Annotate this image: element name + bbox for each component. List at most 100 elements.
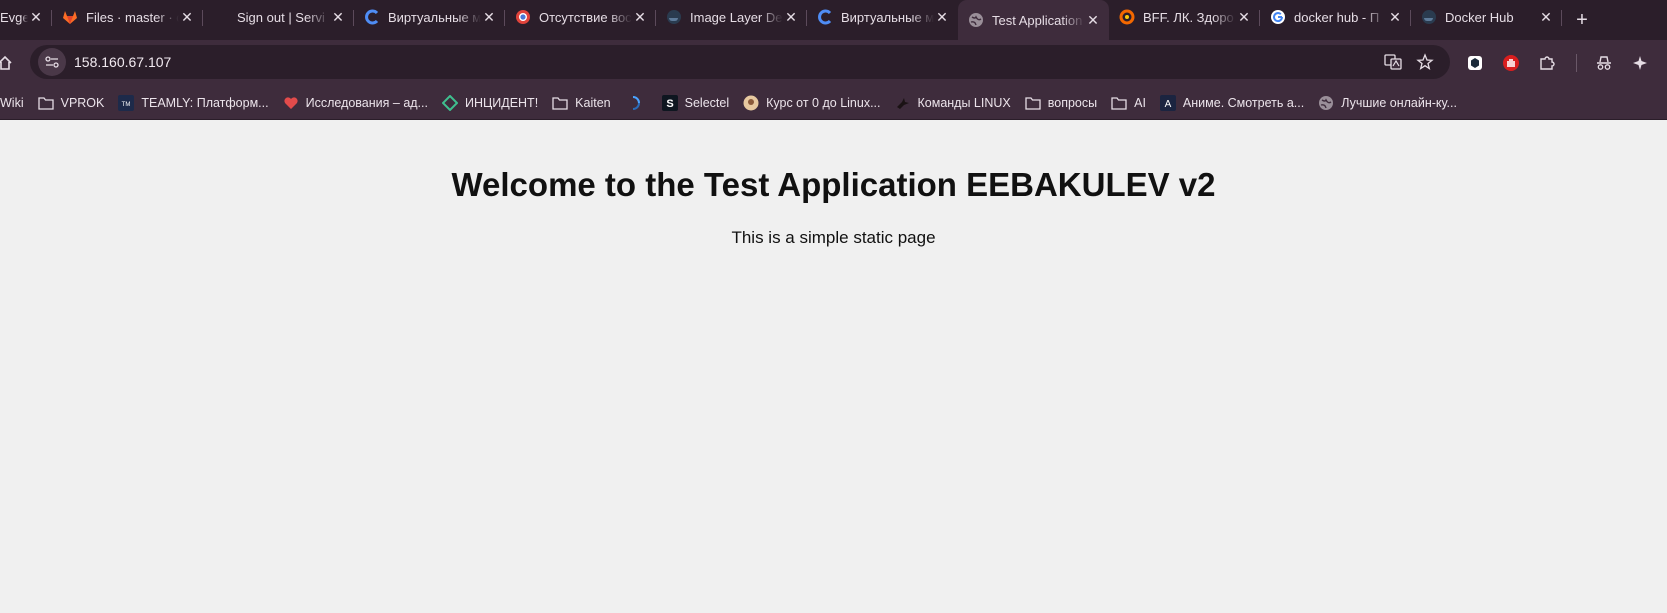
avatar-icon xyxy=(743,95,759,111)
bookmark-label: Курс от 0 до Linux... xyxy=(766,95,881,110)
incognito-icon[interactable] xyxy=(1589,48,1619,78)
folder-icon xyxy=(552,95,568,111)
tab-8[interactable]: BFF. ЛК. Здоро ✕ xyxy=(1109,0,1260,34)
globe-icon xyxy=(1318,95,1334,111)
site-settings-icon[interactable] xyxy=(38,48,66,76)
bookmark-incident[interactable]: ИНЦИДЕНТ! xyxy=(435,90,545,116)
bookmark-label: Kaiten xyxy=(575,95,611,110)
bookmark-label: AI xyxy=(1134,95,1146,110)
google-icon xyxy=(1270,9,1286,25)
folder-icon xyxy=(1025,95,1041,111)
extensions-puzzle-icon[interactable] xyxy=(1532,48,1562,78)
tab-4[interactable]: Отсутствие вос ✕ xyxy=(505,0,656,34)
close-icon[interactable]: ✕ xyxy=(330,9,346,25)
tab-7-active[interactable]: Test Application ✕ xyxy=(958,0,1109,40)
folder-icon xyxy=(1111,95,1127,111)
tab-strip: Evgeni ✕ Files · master · c ✕ Sign out |… xyxy=(0,0,1667,40)
bookmark-kaiten[interactable]: Kaiten xyxy=(545,90,617,116)
bookmark-teamly[interactable]: TM TEAMLY: Платформ... xyxy=(111,90,275,116)
tab-title: Отсутствие вос xyxy=(539,9,632,25)
bookmark-anime[interactable]: A Аниме. Смотреть а... xyxy=(1153,90,1311,116)
close-icon[interactable]: ✕ xyxy=(934,9,950,25)
tab-1[interactable]: Files · master · c ✕ xyxy=(52,0,203,34)
tab-title: Виртуальные м xyxy=(388,9,481,25)
extension-cube-icon[interactable] xyxy=(1460,48,1490,78)
bookmark-label: Команды LINUX xyxy=(917,95,1011,110)
tab-title: Files · master · c xyxy=(86,9,179,25)
docker-icon xyxy=(1421,9,1437,25)
bookmark-wiki[interactable]: Wiki xyxy=(0,90,31,116)
cloud-c-icon xyxy=(364,9,380,25)
bookmark-label: Wiki xyxy=(0,95,24,110)
teamly-icon: TM xyxy=(118,94,135,111)
tab-title: BFF. ЛК. Здоро xyxy=(1143,9,1234,25)
extensions-area xyxy=(1460,48,1661,78)
tab-title: docker hub - П xyxy=(1294,9,1380,25)
page-content: Welcome to the Test Application EEBAKULE… xyxy=(0,120,1667,613)
svg-text:S: S xyxy=(666,98,673,110)
tab-title: Docker Hub xyxy=(1445,9,1514,25)
tab-0[interactable]: Evgeni ✕ xyxy=(0,0,52,34)
close-icon[interactable]: ✕ xyxy=(1387,9,1403,25)
bookmark-label: VPROK xyxy=(60,95,105,110)
globe-icon xyxy=(968,12,984,28)
chrome-like-icon xyxy=(515,9,531,25)
loader-icon xyxy=(625,95,641,111)
bookmark-label: Исследования – ад... xyxy=(305,95,428,110)
bookmark-best-online[interactable]: Лучшие онлайн-ку... xyxy=(1311,90,1464,116)
close-icon[interactable]: ✕ xyxy=(179,9,195,25)
selectel-icon: S xyxy=(661,94,678,111)
heart-icon xyxy=(283,95,299,111)
toolbar: 158.160.67.107 xyxy=(0,40,1667,86)
tab-title: Image Layer De xyxy=(690,9,783,25)
tab-title: Test Application xyxy=(992,12,1083,28)
profile-icon[interactable] xyxy=(1625,48,1655,78)
tab-3[interactable]: Виртуальные м ✕ xyxy=(354,0,505,34)
gitlab-icon xyxy=(62,9,78,25)
page-heading: Welcome to the Test Application EEBAKULE… xyxy=(451,166,1216,203)
tab-title: Evgeni xyxy=(0,9,28,25)
tab-2[interactable]: Sign out | Servi ✕ xyxy=(203,0,354,34)
address-bar[interactable]: 158.160.67.107 xyxy=(30,45,1450,79)
bookmark-label: Selectel xyxy=(684,95,730,110)
close-icon[interactable]: ✕ xyxy=(783,9,799,25)
home-icon[interactable] xyxy=(0,48,16,78)
new-tab-button[interactable]: + xyxy=(1568,6,1596,34)
bookmark-linux-course[interactable]: Курс от 0 до Linux... xyxy=(736,90,887,116)
page-subtitle: This is a simple static page xyxy=(731,228,936,247)
grafana-icon xyxy=(1119,9,1135,25)
bookmark-selectel[interactable]: S Selectel xyxy=(655,90,736,116)
bookmark-loader[interactable] xyxy=(618,90,655,116)
svg-text:A: A xyxy=(1165,99,1172,110)
close-icon[interactable]: ✕ xyxy=(1085,12,1101,28)
tab-6[interactable]: Виртуальные м ✕ xyxy=(807,0,958,34)
anime-icon: A xyxy=(1159,94,1176,111)
bookmarks-bar: Wiki VPROK TM TEAMLY: Платформ... Исслед… xyxy=(0,86,1667,120)
bookmark-research[interactable]: Исследования – ад... xyxy=(276,90,435,116)
close-icon[interactable]: ✕ xyxy=(481,9,497,25)
bird-icon xyxy=(895,95,911,111)
bookmark-ai[interactable]: AI xyxy=(1104,90,1153,116)
toolbar-divider xyxy=(1576,54,1577,72)
close-icon[interactable]: ✕ xyxy=(28,9,44,25)
close-icon[interactable]: ✕ xyxy=(632,9,648,25)
tab-5[interactable]: Image Layer De ✕ xyxy=(656,0,807,34)
tab-10[interactable]: Docker Hub ✕ xyxy=(1411,0,1562,34)
bookmark-linux-commands[interactable]: Команды LINUX xyxy=(888,90,1018,116)
close-icon[interactable]: ✕ xyxy=(1236,9,1252,25)
docker-icon xyxy=(666,9,682,25)
tab-title: Sign out | Servi xyxy=(237,9,325,25)
bookmark-questions[interactable]: вопросы xyxy=(1018,90,1104,116)
tab-9[interactable]: docker hub - П ✕ xyxy=(1260,0,1411,34)
ad-block-hand-icon[interactable] xyxy=(1496,48,1526,78)
bookmark-star-icon[interactable] xyxy=(1412,49,1438,75)
diamond-icon xyxy=(441,94,458,111)
translate-icon[interactable] xyxy=(1380,49,1406,75)
folder-icon xyxy=(37,95,54,111)
url-text[interactable]: 158.160.67.107 xyxy=(74,54,1374,70)
tab-title: Виртуальные м xyxy=(841,9,934,25)
close-icon[interactable]: ✕ xyxy=(1538,9,1554,25)
bookmark-label: TEAMLY: Платформ... xyxy=(141,95,269,110)
bookmark-vprok[interactable]: VPROK xyxy=(31,90,112,116)
cloud-c-icon xyxy=(817,9,833,25)
